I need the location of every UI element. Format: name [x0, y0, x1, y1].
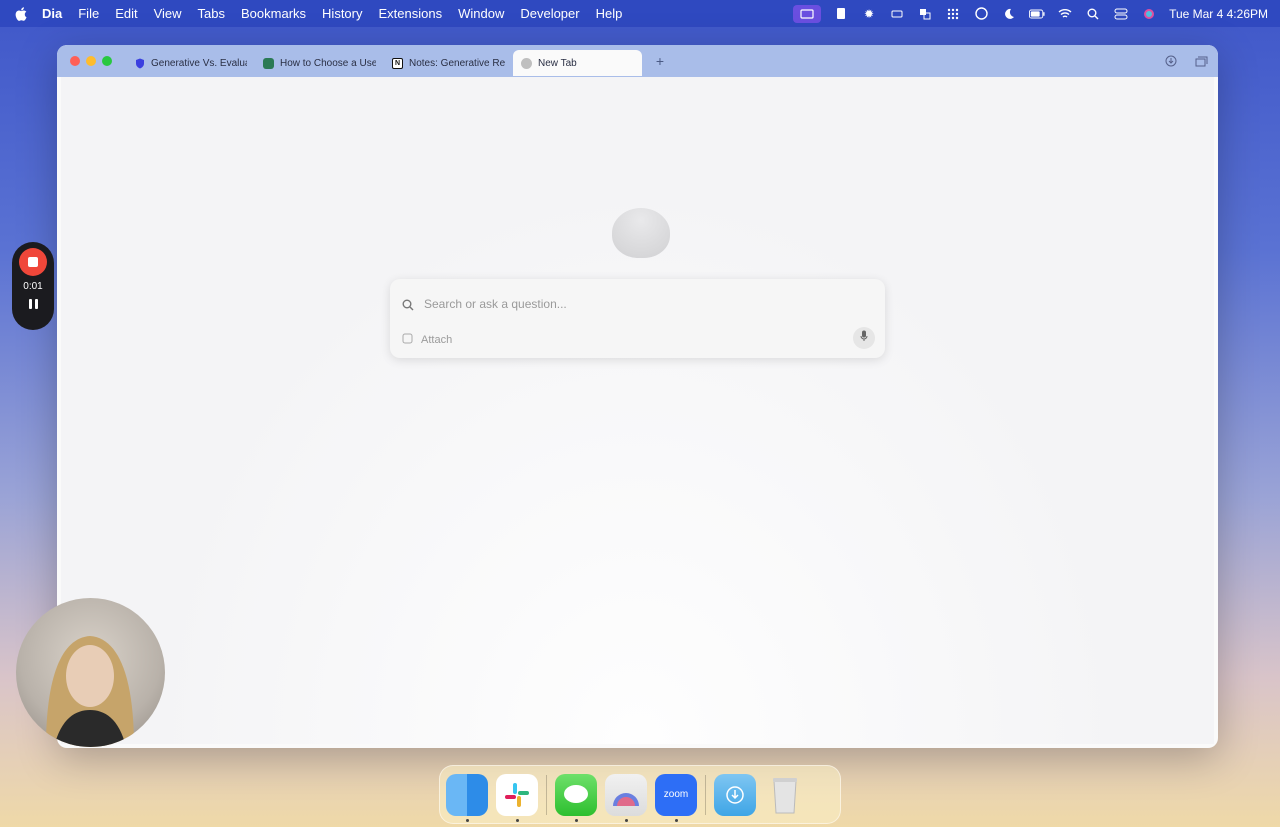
- dock: zoom: [439, 765, 841, 824]
- browser-window: Generative Vs. Evaluat How to Choose a U…: [57, 45, 1218, 748]
- menu-history[interactable]: History: [322, 6, 362, 21]
- running-indicator: [624, 818, 628, 822]
- microphone-button[interactable]: [853, 327, 875, 349]
- microphone-icon: [860, 329, 868, 347]
- dia-logo: [612, 208, 670, 258]
- moon-icon[interactable]: [1001, 7, 1017, 21]
- battery-icon[interactable]: [1029, 7, 1045, 21]
- menubar-clock[interactable]: Tue Mar 4 4:26PM: [1169, 7, 1268, 21]
- globe-icon: [521, 57, 532, 69]
- menu-view[interactable]: View: [154, 6, 182, 21]
- speech-bubble-icon: [564, 784, 588, 803]
- status-area: ✹ Tue Mar 4 4:26PM: [793, 0, 1268, 27]
- gear-icon[interactable]: ✹: [861, 7, 877, 21]
- shield-icon: [134, 58, 145, 69]
- trash-icon[interactable]: [764, 774, 806, 816]
- control-center-icon[interactable]: [1113, 7, 1129, 21]
- new-tab-page: Attach: [61, 77, 1214, 744]
- wifi-icon[interactable]: [1057, 7, 1073, 21]
- zoom-app-icon[interactable]: zoom: [655, 773, 697, 822]
- search-row: [402, 297, 844, 311]
- tab-label: Notes: Generative Rese: [409, 57, 505, 69]
- menu-bar: Dia File Edit View Tabs Bookmarks Histor…: [0, 0, 1280, 27]
- grammarly-icon[interactable]: [973, 7, 989, 21]
- stop-recording-button[interactable]: [19, 248, 47, 276]
- download-icon[interactable]: [1164, 54, 1178, 68]
- notion-icon: N: [392, 57, 403, 69]
- tab-new-tab[interactable]: New Tab: [513, 50, 642, 76]
- document-icon[interactable]: [833, 7, 849, 21]
- tab-label: How to Choose a User: [280, 57, 376, 69]
- tab-label: New Tab: [538, 57, 577, 69]
- menu-file[interactable]: File: [78, 6, 99, 21]
- menu-app-name[interactable]: Dia: [42, 6, 62, 21]
- tab-generative-vs-evaluative[interactable]: Generative Vs. Evaluat: [126, 50, 255, 76]
- webcam-person-image: [46, 636, 134, 747]
- slack-logo: [505, 782, 529, 807]
- tab-overview-icon[interactable]: [1194, 54, 1208, 68]
- tab-notes-generative[interactable]: N Notes: Generative Rese: [384, 50, 513, 76]
- downloads-folder-icon[interactable]: [714, 773, 756, 816]
- screen-recorder-icon[interactable]: [793, 4, 822, 23]
- menu-extensions[interactable]: Extensions: [379, 6, 443, 21]
- download-arrow-icon: [726, 785, 744, 804]
- tab-label: Generative Vs. Evaluat: [151, 57, 247, 69]
- layers-icon[interactable]: [917, 7, 933, 21]
- recording-widget: 0:01: [12, 242, 54, 330]
- webcam-bubble[interactable]: [16, 598, 165, 747]
- menu-window[interactable]: Window: [458, 6, 504, 21]
- siri-icon[interactable]: [1141, 7, 1157, 21]
- maximize-window-button[interactable]: [102, 56, 112, 66]
- finder-icon[interactable]: [446, 773, 488, 822]
- search-status-icon[interactable]: [1085, 7, 1101, 21]
- apple-icon[interactable]: [14, 6, 28, 21]
- tab-how-to-choose[interactable]: How to Choose a User: [255, 50, 384, 76]
- attach-icon: [402, 333, 413, 347]
- dia-logo-icon: [613, 792, 639, 806]
- messages-icon[interactable]: [555, 773, 597, 822]
- pause-recording-button[interactable]: [28, 299, 38, 309]
- new-tab-button[interactable]: +: [652, 53, 668, 69]
- menu-tabs[interactable]: Tabs: [198, 6, 225, 21]
- dots-icon: [263, 57, 274, 69]
- slack-icon[interactable]: [496, 773, 538, 822]
- zoom-status-icon[interactable]: [889, 7, 905, 21]
- grid-icon[interactable]: [945, 7, 961, 21]
- menu-edit[interactable]: Edit: [115, 6, 137, 21]
- running-indicator: [674, 818, 678, 822]
- recording-time: 0:01: [23, 281, 43, 292]
- zoom-app-label: zoom: [663, 789, 689, 800]
- dia-browser-icon[interactable]: [605, 773, 647, 822]
- close-window-button[interactable]: [70, 56, 80, 66]
- pause-icon: [28, 299, 32, 309]
- dock-separator: [705, 774, 706, 815]
- search-box: Attach: [390, 279, 885, 358]
- toolbar-right: [1164, 54, 1208, 68]
- tab-bar: Generative Vs. Evaluat How to Choose a U…: [57, 45, 1218, 77]
- minimize-window-button[interactable]: [86, 56, 96, 66]
- pause-icon: [34, 299, 38, 309]
- attach-label: Attach: [421, 334, 453, 346]
- menu-developer[interactable]: Developer: [520, 6, 579, 21]
- menu-bookmarks[interactable]: Bookmarks: [241, 6, 306, 21]
- attach-button[interactable]: Attach: [402, 333, 452, 347]
- trash-can-icon: [773, 777, 797, 813]
- search-icon: [402, 298, 414, 311]
- running-indicator: [465, 818, 469, 822]
- search-input[interactable]: [424, 297, 844, 311]
- dock-separator: [546, 774, 547, 815]
- running-indicator: [515, 818, 519, 822]
- window-controls: [70, 56, 112, 66]
- menu-help[interactable]: Help: [596, 6, 623, 21]
- running-indicator: [574, 818, 578, 822]
- stop-icon: [28, 257, 38, 267]
